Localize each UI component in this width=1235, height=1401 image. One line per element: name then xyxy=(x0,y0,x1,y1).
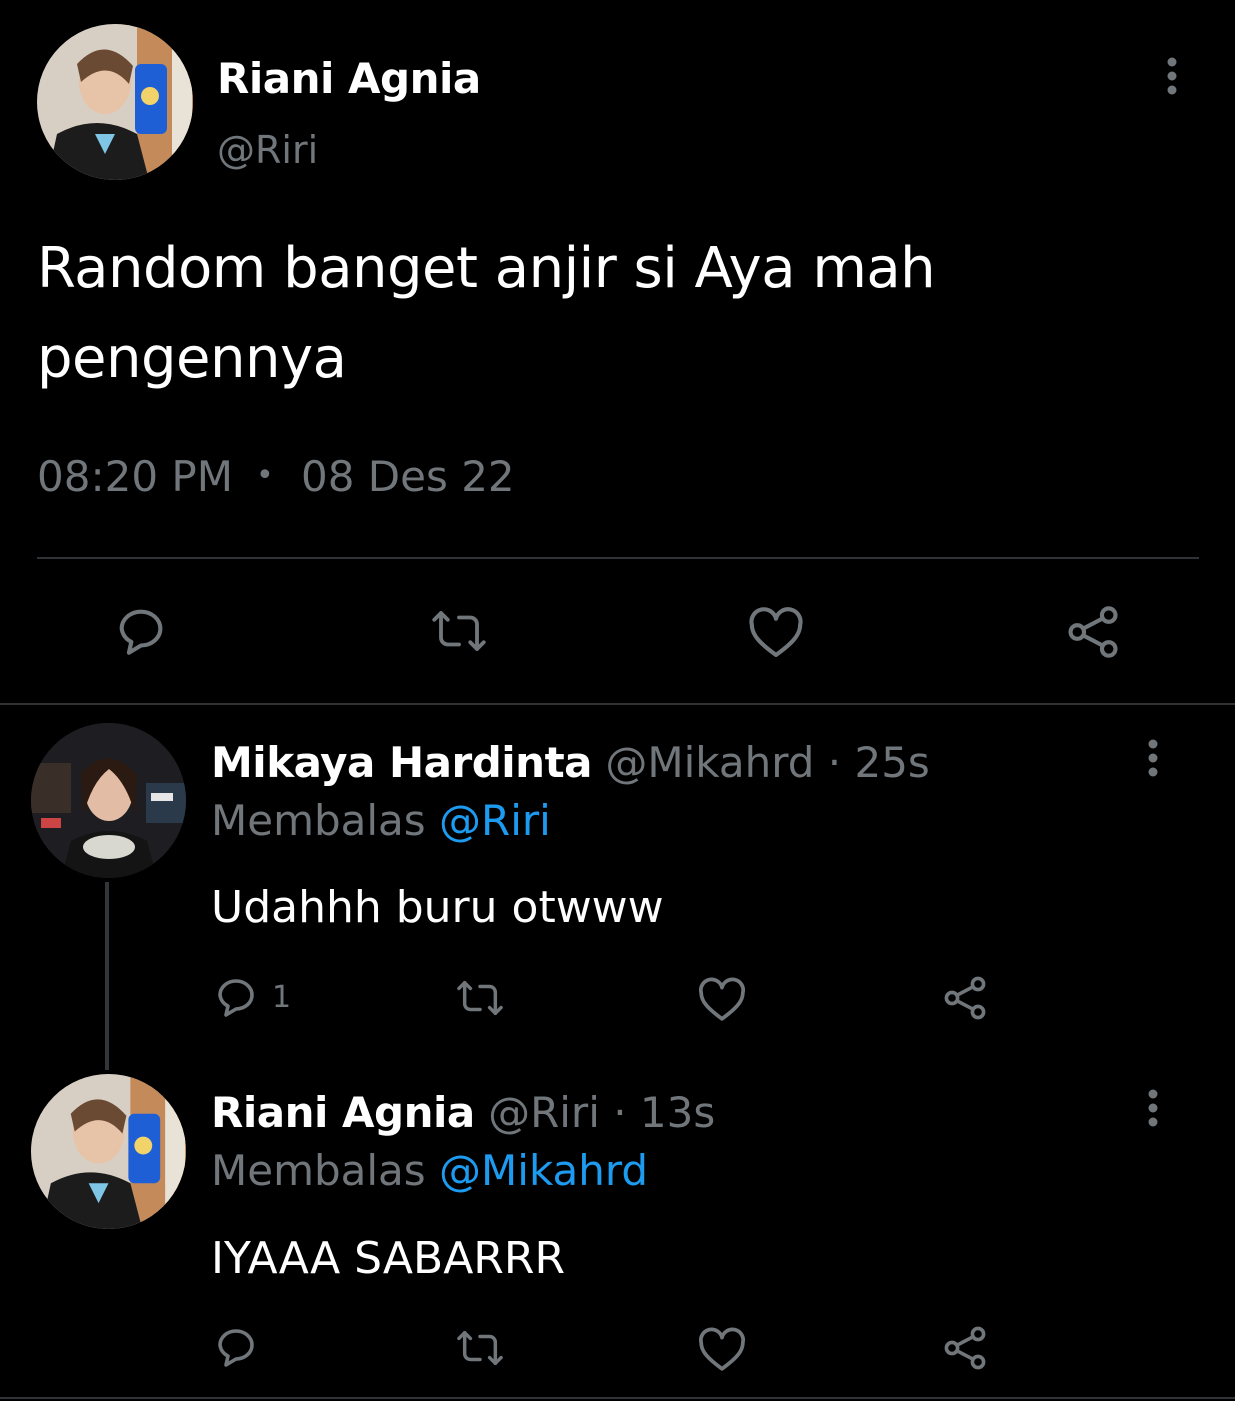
reply-2-age: · 13s xyxy=(613,1088,716,1137)
replying-label: Membalas xyxy=(211,796,426,845)
reply-1-replying-to: Membalas @Riri xyxy=(211,796,551,845)
main-tweet-text-line1: Random banget anjir si Aya mah xyxy=(37,236,936,301)
reply-1-reply-count: 1 xyxy=(272,980,292,1015)
like-icon[interactable] xyxy=(697,975,747,1023)
like-icon[interactable] xyxy=(747,604,805,660)
reply-2-avatar[interactable] xyxy=(31,1074,186,1229)
reply-2-header: Riani Agnia @Riri · 13s xyxy=(211,1088,715,1137)
like-icon[interactable] xyxy=(697,1325,747,1373)
reply-2-author-name[interactable]: Riani Agnia xyxy=(211,1088,475,1137)
replying-to-handle[interactable]: @Mikahrd xyxy=(439,1146,648,1195)
retweet-icon[interactable] xyxy=(426,604,492,658)
more-icon[interactable] xyxy=(1141,1088,1165,1128)
replying-to-handle[interactable]: @Riri xyxy=(439,796,551,845)
main-tweet-date[interactable]: 08 Des 22 xyxy=(301,452,515,501)
reply-2-replying-to: Membalas @Mikahrd xyxy=(211,1146,648,1195)
reply-1-age: · 25s xyxy=(827,738,930,787)
reply-icon[interactable] xyxy=(212,973,260,1021)
more-icon[interactable] xyxy=(1141,738,1165,778)
bottom-divider xyxy=(0,1397,1235,1399)
main-tweet-avatar[interactable] xyxy=(37,24,193,180)
main-tweet-separator: • xyxy=(256,458,274,493)
share-icon[interactable] xyxy=(1064,603,1122,661)
main-tweet-author-name[interactable]: Riani Agnia xyxy=(217,54,481,103)
retweet-icon[interactable] xyxy=(452,1325,508,1371)
reply-1-author-name[interactable]: Mikaya Hardinta xyxy=(211,738,593,787)
reply-icon[interactable] xyxy=(212,1323,260,1371)
reply-2-text: IYAAA SABARRR xyxy=(211,1233,566,1284)
share-icon[interactable] xyxy=(941,974,989,1022)
reply-icon[interactable] xyxy=(112,602,170,660)
more-icon[interactable] xyxy=(1160,56,1184,96)
reply-1-text: Udahhh buru otwww xyxy=(211,882,664,933)
share-icon[interactable] xyxy=(941,1324,989,1372)
reply-2-handle[interactable]: @Riri xyxy=(488,1088,600,1137)
main-tweet-time: 08:20 PM xyxy=(37,452,233,501)
main-tweet-divider xyxy=(37,557,1199,559)
reply-1-header: Mikaya Hardinta @Mikahrd · 25s xyxy=(211,738,930,787)
reply-1-handle[interactable]: @Mikahrd xyxy=(605,738,814,787)
replying-label: Membalas xyxy=(211,1146,426,1195)
main-tweet-text-line2: pengennya xyxy=(37,326,347,391)
retweet-icon[interactable] xyxy=(452,975,508,1021)
section-divider xyxy=(0,703,1235,705)
main-tweet-handle[interactable]: @Riri xyxy=(217,128,318,172)
reply-1-thread-line xyxy=(105,882,109,1070)
reply-1-avatar[interactable] xyxy=(31,723,186,878)
